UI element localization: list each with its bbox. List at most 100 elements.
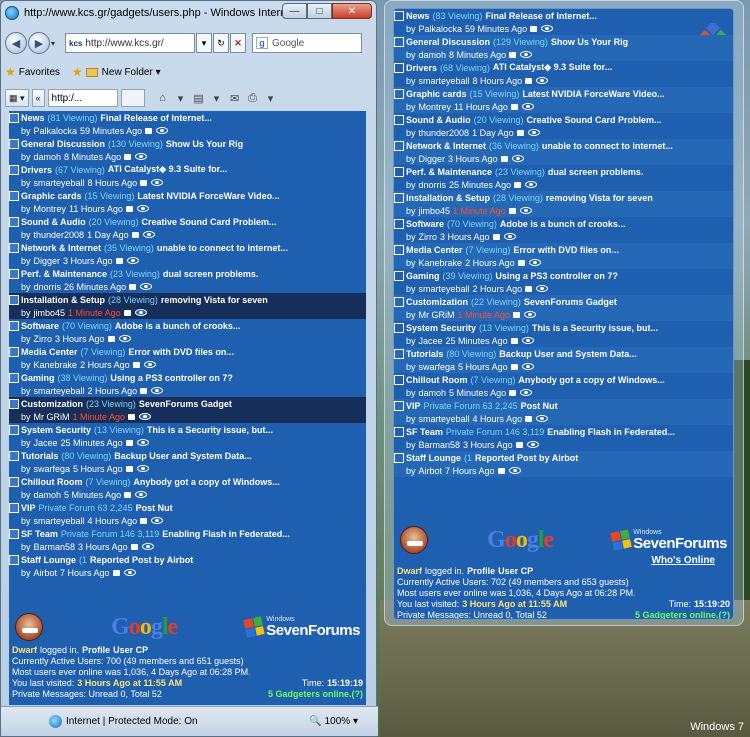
address-bar[interactable]: kcs http://www.kcs.gr/ bbox=[65, 33, 195, 53]
preview-eye-icon[interactable] bbox=[136, 465, 149, 472]
poster-link[interactable]: Jacee bbox=[419, 336, 443, 346]
preview-eye-icon[interactable] bbox=[143, 361, 156, 368]
preview-eye-icon[interactable] bbox=[126, 257, 139, 264]
forum-link[interactable]: Network & Internet bbox=[21, 243, 101, 253]
poster-link[interactable]: damoh bbox=[419, 388, 447, 398]
last-post-icon[interactable] bbox=[510, 337, 518, 344]
thread-title-link[interactable]: dual screen problems. bbox=[548, 167, 644, 177]
poster-link[interactable]: smarteyeball bbox=[34, 516, 85, 526]
preview-eye-icon[interactable] bbox=[521, 337, 534, 344]
forum-link[interactable]: VIP bbox=[406, 401, 421, 411]
print-icon[interactable]: ⎙ bbox=[245, 90, 261, 106]
forum-link[interactable]: Perf. & Maintenance bbox=[406, 167, 492, 177]
preview-eye-icon[interactable] bbox=[134, 309, 147, 316]
favorites-button[interactable]: ★ Favorites bbox=[5, 65, 60, 79]
preview-eye-icon[interactable] bbox=[526, 441, 539, 448]
feeds-dropdown-icon[interactable]: ▾ bbox=[209, 90, 225, 106]
thread-title-link[interactable]: Post Nut bbox=[136, 503, 173, 513]
thread-title-link[interactable]: SevenForums Gadget bbox=[524, 297, 617, 307]
close-button[interactable]: ✕ bbox=[332, 3, 372, 19]
last-post-icon[interactable] bbox=[130, 543, 138, 550]
last-post-icon[interactable] bbox=[129, 283, 137, 290]
new-tab-button[interactable] bbox=[120, 89, 145, 107]
poster-link[interactable]: smarteyeball bbox=[419, 284, 470, 294]
forum-link[interactable]: News bbox=[406, 11, 430, 21]
preview-eye-icon[interactable] bbox=[536, 415, 549, 422]
thread-title-link[interactable]: Error with DVD files on... bbox=[128, 347, 234, 357]
poster-link[interactable]: damoh bbox=[34, 152, 62, 162]
poster-link[interactable]: dnorris bbox=[34, 282, 62, 292]
poster-link[interactable]: Palkalocka bbox=[419, 24, 463, 34]
last-post-icon[interactable] bbox=[132, 361, 140, 368]
preview-eye-icon[interactable] bbox=[123, 569, 136, 576]
gadgeters-online-link[interactable]: 5 Gadgeters online.(?) bbox=[268, 689, 363, 700]
forum-link[interactable]: System Security bbox=[406, 323, 476, 333]
preview-eye-icon[interactable] bbox=[519, 207, 532, 214]
preview-eye-icon[interactable] bbox=[151, 179, 164, 186]
minimize-button[interactable]: — bbox=[282, 3, 307, 19]
gadget-gadgeters-online-link[interactable]: 5 Gadgeters online.(?) bbox=[635, 610, 730, 619]
forum-link[interactable]: News bbox=[21, 113, 45, 123]
search-input[interactable]: g Google bbox=[252, 33, 362, 53]
preview-eye-icon[interactable] bbox=[520, 51, 533, 58]
forum-link[interactable]: Software bbox=[21, 321, 59, 331]
preview-eye-icon[interactable] bbox=[135, 491, 148, 498]
forum-link[interactable]: Tutorials bbox=[406, 349, 443, 359]
last-post-icon[interactable] bbox=[140, 387, 148, 394]
poster-link[interactable]: smarteyeball bbox=[419, 414, 470, 424]
refresh-button[interactable]: ↻ bbox=[213, 33, 229, 53]
poster-link[interactable]: Montrey bbox=[419, 102, 452, 112]
gadget-profile-link[interactable]: Profile bbox=[467, 566, 495, 577]
forum-link[interactable]: General Discussion bbox=[406, 37, 490, 47]
poster-link[interactable]: swarfega bbox=[419, 362, 456, 372]
poster-link[interactable]: Digger bbox=[34, 256, 61, 266]
thread-title-link[interactable]: Anybody got a copy of Windows... bbox=[133, 477, 279, 487]
poster-link[interactable]: smarteyeball bbox=[34, 386, 85, 396]
thread-title-link[interactable]: Latest NVIDIA ForceWare Video... bbox=[137, 191, 279, 201]
thread-title-link[interactable]: Reported Post by Airbot bbox=[90, 555, 193, 565]
poster-link[interactable]: Kanebrake bbox=[419, 258, 463, 268]
home-icon[interactable]: ⌂ bbox=[155, 90, 171, 106]
thread-title-link[interactable]: ATI Catalyst◈ 9.3 Suite for... bbox=[493, 62, 612, 73]
poster-link[interactable]: Mr GRiM bbox=[419, 310, 455, 320]
last-post-icon[interactable] bbox=[112, 569, 120, 576]
tab-current[interactable]: http:/... bbox=[47, 89, 118, 107]
preview-eye-icon[interactable] bbox=[536, 77, 549, 84]
forum-link[interactable]: Staff Lounge bbox=[21, 555, 76, 565]
preview-eye-icon[interactable] bbox=[511, 155, 524, 162]
last-post-icon[interactable] bbox=[514, 181, 522, 188]
forum-link[interactable]: Chillout Room bbox=[406, 375, 468, 385]
forum-link[interactable]: SF Team bbox=[21, 529, 58, 539]
last-post-icon[interactable] bbox=[513, 311, 521, 318]
whos-online-link[interactable]: Who's Online bbox=[652, 555, 716, 566]
thread-title-link[interactable]: Reported Post by Airbot bbox=[475, 453, 578, 463]
thread-title-link[interactable]: Enabling Flash in Federated... bbox=[547, 427, 675, 437]
last-post-icon[interactable] bbox=[125, 465, 133, 472]
last-post-icon[interactable] bbox=[107, 335, 115, 342]
thread-title-link[interactable]: This is a Security issue, but... bbox=[147, 425, 273, 435]
forum-link[interactable]: Gaming bbox=[21, 373, 55, 383]
preview-eye-icon[interactable] bbox=[525, 181, 538, 188]
thread-title-link[interactable]: Using a PS3 controller on 7? bbox=[495, 271, 618, 281]
poster-link[interactable]: jimbo45 bbox=[34, 308, 66, 318]
preview-eye-icon[interactable] bbox=[536, 285, 549, 292]
poster-link[interactable]: Barman58 bbox=[34, 542, 76, 552]
stop-button[interactable]: ✕ bbox=[230, 33, 246, 53]
private-messages-text[interactable]: Private Messages: Unread 0, Total 52 bbox=[12, 689, 162, 700]
address-dropdown-button[interactable]: ▾ bbox=[196, 33, 212, 53]
thread-title-link[interactable]: This is a Security issue, but... bbox=[532, 323, 658, 333]
forum-link[interactable]: Network & Internet bbox=[406, 141, 486, 151]
forum-link[interactable]: Installation & Setup bbox=[406, 193, 490, 203]
preview-eye-icon[interactable] bbox=[139, 413, 152, 420]
poster-link[interactable]: Jacee bbox=[34, 438, 58, 448]
preview-eye-icon[interactable] bbox=[521, 363, 534, 370]
preview-eye-icon[interactable] bbox=[503, 233, 516, 240]
last-post-icon[interactable] bbox=[492, 233, 500, 240]
last-post-icon[interactable] bbox=[525, 77, 533, 84]
last-post-icon[interactable] bbox=[497, 467, 505, 474]
poster-link[interactable]: jimbo45 bbox=[419, 206, 451, 216]
poster-link[interactable]: Kanebrake bbox=[34, 360, 78, 370]
forum-link[interactable]: Staff Lounge bbox=[406, 453, 461, 463]
forum-link[interactable]: VIP bbox=[21, 503, 36, 513]
thread-title-link[interactable]: Final Release of Internet... bbox=[485, 11, 597, 21]
